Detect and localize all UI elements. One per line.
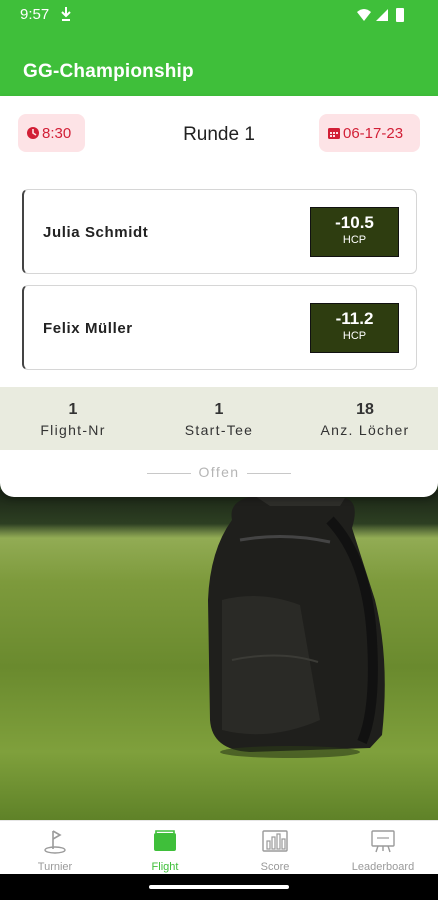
player-card[interactable]: Felix Müller -11.2 HCP	[22, 285, 417, 370]
flight-stats: 1 Flight-Nr 1 Start-Tee 18 Anz. Löcher	[0, 387, 438, 450]
wifi-icon	[357, 9, 371, 21]
nav-item-flight[interactable]: Flight	[110, 821, 220, 875]
stat-value: 1	[214, 401, 224, 418]
status-icons	[357, 8, 404, 22]
calendar-icon	[328, 128, 340, 139]
bottom-navigation: Turnier Flight Score Leaderboard	[0, 820, 438, 874]
battery-icon	[396, 8, 404, 22]
background-golf-image	[0, 480, 438, 820]
app-title: GG-Championship	[23, 61, 194, 82]
system-navigation-bar	[0, 874, 438, 900]
flight-card-icon	[154, 830, 176, 851]
flight-status: Offen	[198, 464, 240, 480]
player-name: Felix Müller	[43, 320, 133, 337]
stat-label: Start-Tee	[184, 422, 254, 438]
stat-hole-count: 18 Anz. Löcher	[292, 387, 438, 450]
golf-flag-icon	[44, 830, 66, 854]
round-date: 06-17-23	[343, 124, 404, 142]
hcp-label: HCP	[342, 234, 367, 246]
app-bar: GG-Championship	[0, 30, 438, 96]
player-card[interactable]: Julia Schmidt -10.5 HCP	[22, 189, 417, 274]
bar-chart-icon	[262, 830, 288, 852]
nav-label: Score	[260, 861, 290, 873]
stat-value: 18	[356, 401, 374, 418]
stat-start-tee: 1 Start-Tee	[146, 387, 292, 450]
hcp-badge: -10.5 HCP	[310, 207, 399, 257]
nav-item-leaderboard[interactable]: Leaderboard	[328, 821, 438, 875]
download-icon	[61, 7, 71, 21]
hcp-badge: -11.2 HCP	[310, 303, 399, 353]
status-bar: 9:57	[0, 0, 438, 30]
home-gesture-pill[interactable]	[149, 885, 289, 889]
hcp-value: -11.2	[335, 309, 374, 328]
leaderboard-board-icon	[371, 830, 395, 853]
hcp-value: -10.5	[335, 213, 374, 232]
nav-item-score[interactable]: Score	[220, 821, 330, 875]
date-chip: 06-17-23	[319, 114, 420, 152]
stat-label: Anz. Löcher	[320, 422, 410, 438]
stat-label: Flight-Nr	[40, 422, 106, 438]
hcp-label: HCP	[342, 330, 367, 342]
cellular-icon	[376, 9, 388, 21]
stat-flight-number: 1 Flight-Nr	[0, 387, 146, 450]
divider	[247, 473, 291, 474]
flight-card: 8:30 Runde 1 06-17-23 Julia Schmidt -10.…	[0, 96, 438, 497]
nav-item-turnier[interactable]: Turnier	[0, 821, 110, 875]
nav-label: Turnier	[37, 861, 73, 873]
stat-value: 1	[68, 401, 78, 418]
golf-bag-illustration	[208, 496, 385, 758]
player-name: Julia Schmidt	[43, 224, 149, 241]
status-time: 9:57	[20, 6, 50, 23]
nav-label: Flight	[151, 861, 179, 873]
nav-label: Leaderboard	[351, 861, 415, 873]
